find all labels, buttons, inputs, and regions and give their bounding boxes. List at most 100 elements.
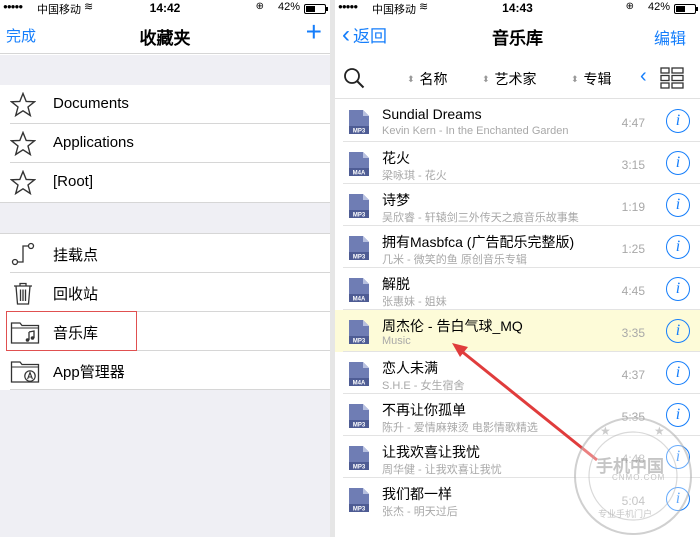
favorite-label: Applications xyxy=(53,134,134,151)
track-title: 解脱 xyxy=(382,276,410,292)
file-format-label: MP3 xyxy=(353,507,366,513)
track-subtitle: Music xyxy=(382,335,411,347)
audio-file-icon: MP3 xyxy=(349,110,369,135)
sort-by-artist-button[interactable]: ⬍ 艺术家 xyxy=(482,69,537,89)
info-icon[interactable]: i xyxy=(666,235,690,259)
file-format-label: MP3 xyxy=(353,255,366,261)
track-subtitle: S.H.E - 女生宿舍 xyxy=(382,380,465,392)
info-icon[interactable]: i xyxy=(666,445,690,469)
battery-percent: 42% xyxy=(277,1,300,13)
rotation-lock-icon: ⊕ xyxy=(625,1,634,12)
track-title: 花火 xyxy=(382,150,410,166)
track-title: 不再让你孤单 xyxy=(382,402,466,418)
favorite-label: [Root] xyxy=(53,173,94,190)
sort-arrows-icon: ⬍ xyxy=(571,73,579,84)
track-duration: 1:19 xyxy=(621,200,645,214)
add-button[interactable]: + xyxy=(306,18,322,46)
file-format-label: M4A xyxy=(353,381,366,387)
favorite-item-root[interactable]: [Root] xyxy=(0,163,330,202)
place-item-mount-points[interactable]: 挂载点 xyxy=(0,234,330,273)
sort-arrows-icon: ⬍ xyxy=(482,73,490,84)
track-title: 拥有Masbfca (广告配乐完整版) xyxy=(382,234,575,250)
info-icon[interactable]: i xyxy=(666,193,690,217)
file-format-label: MP3 xyxy=(353,339,366,345)
track-duration: 4:47 xyxy=(621,116,645,130)
sort-label: 名称 xyxy=(419,71,448,87)
track-title: 周杰伦 - 告白气球_MQ xyxy=(382,318,523,334)
track-row[interactable]: MP3 我们都一样 张杰 - 明天过后 5:04 i xyxy=(335,478,700,520)
info-icon[interactable]: i xyxy=(666,109,690,133)
page-title: 收藏夹 xyxy=(139,29,191,48)
star-icon xyxy=(10,170,36,196)
info-icon[interactable]: i xyxy=(666,277,690,301)
file-format-label: MP3 xyxy=(353,129,366,135)
favorite-item-documents[interactable]: Documents xyxy=(0,85,330,124)
track-row[interactable]: MP3 Sundial Dreams Kevin Kern - In the Enc… xyxy=(335,100,700,142)
edit-button[interactable]: 编辑 xyxy=(654,25,686,49)
sort-by-name-button[interactable]: ⬍ 名称 xyxy=(407,69,448,89)
file-format-label: MP3 xyxy=(353,213,366,219)
grid-view-icon[interactable] xyxy=(660,67,684,89)
sort-toolbar: ⬍ 名称 ⬍ 艺术家 ⬍ 专辑 ‹ xyxy=(335,55,700,99)
track-duration: 5:35 xyxy=(621,410,645,424)
track-row[interactable]: M4A 解脱张惠妹 - 姐妹 4:45 i xyxy=(335,268,700,310)
track-duration: 4:45 xyxy=(621,284,645,298)
sort-arrows-icon: ⬍ xyxy=(407,73,415,84)
sort-label: 专辑 xyxy=(583,71,612,87)
place-label: App管理器 xyxy=(53,364,125,381)
audio-file-icon: M4A xyxy=(349,278,369,303)
track-subtitle: 张惠妹 - 姐妹 xyxy=(382,296,447,308)
battery-icon xyxy=(674,4,698,14)
file-format-label: M4A xyxy=(353,297,366,303)
track-title: 诗梦 xyxy=(382,192,410,208)
audio-file-icon: M4A xyxy=(349,152,369,177)
battery-percent: 42% xyxy=(647,1,670,13)
track-duration: 4:48 xyxy=(621,452,645,466)
status-bar: ●●●●● 中国移动 ≋ 14:42 ⊕ 42% xyxy=(0,0,330,16)
file-format-label: MP3 xyxy=(353,465,366,471)
star-icon xyxy=(10,92,36,118)
info-icon[interactable]: i xyxy=(666,319,690,343)
track-row[interactable]: MP3 不再让你孤单 陈升 - 爱情麻辣烫 电影情歌精选 5:35 i xyxy=(335,394,700,436)
audio-file-icon: MP3 xyxy=(349,194,369,219)
section-spacer xyxy=(0,202,330,234)
audio-file-icon: MP3 xyxy=(349,320,369,345)
track-row[interactable]: M4A 恋人未满 S.H.E - 女生宿舍 4:37 i xyxy=(335,352,700,394)
empty-area xyxy=(0,390,330,537)
info-icon[interactable]: i xyxy=(666,151,690,175)
track-row[interactable]: M4A 花火梁咏琪 - 花火 3:15 i xyxy=(335,142,700,184)
track-duration: 5:04 xyxy=(621,494,645,508)
track-row[interactable]: MP3 周杰伦 - 告白气球_MQ Music 3:35 i xyxy=(335,310,700,352)
track-subtitle: 梁咏琪 - 花火 xyxy=(382,170,447,182)
section-spacer xyxy=(0,55,330,85)
sort-label: 艺术家 xyxy=(494,71,537,87)
status-bar: ●●●●● 中国移动 ≋ 14:43 ⊕ 42% xyxy=(335,0,700,16)
sort-by-album-button[interactable]: ⬍ 专辑 xyxy=(571,69,612,89)
place-item-app-manager[interactable]: App管理器 xyxy=(0,351,330,390)
track-row[interactable]: MP3 诗梦吴欣睿 - 轩辕剑三外传天之痕音乐故事集 1:19 i xyxy=(335,184,700,226)
music-library-screen: ●●●●● 中国移动 ≋ 14:43 ⊕ 42% ‹ 返回 音乐库 编辑 ⬍ 名称 … xyxy=(335,0,700,537)
chevron-left-icon[interactable]: ‹ xyxy=(640,65,647,88)
track-duration: 3:35 xyxy=(621,326,645,340)
app-folder-icon xyxy=(10,361,40,383)
page-title: 音乐库 xyxy=(492,29,543,48)
track-row[interactable]: MP3 让我欢喜让我忧 周华健 - 让我欢喜让我忧 4:48 i xyxy=(335,436,700,478)
track-title: 让我欢喜让我忧 xyxy=(382,444,480,460)
track-subtitle: 吴欣睿 - 轩辕剑三外传天之痕音乐故事集 xyxy=(382,212,579,224)
mount-point-icon xyxy=(11,242,35,266)
battery-icon xyxy=(304,4,328,14)
place-item-trash[interactable]: 回收站 xyxy=(0,273,330,312)
highlight-annotation-box xyxy=(6,311,137,351)
track-title: Sundial Dreams xyxy=(382,106,482,122)
search-icon[interactable] xyxy=(343,67,365,89)
audio-file-icon: MP3 xyxy=(349,236,369,261)
info-icon[interactable]: i xyxy=(666,361,690,385)
favorites-screen: ●●●●● 中国移动 ≋ 14:42 ⊕ 42% 完成 收藏夹 + Docume… xyxy=(0,0,330,537)
track-duration: 3:15 xyxy=(621,158,645,172)
track-row[interactable]: MP3 拥有Masbfca (广告配乐完整版) 几米 - 微笑的鱼 原创音乐专辑 1:… xyxy=(335,226,700,268)
info-icon[interactable]: i xyxy=(666,403,690,427)
place-label: 挂载点 xyxy=(53,247,99,264)
favorite-item-applications[interactable]: Applications xyxy=(0,124,330,163)
track-duration: 4:37 xyxy=(621,368,645,382)
info-icon[interactable]: i xyxy=(666,487,690,511)
